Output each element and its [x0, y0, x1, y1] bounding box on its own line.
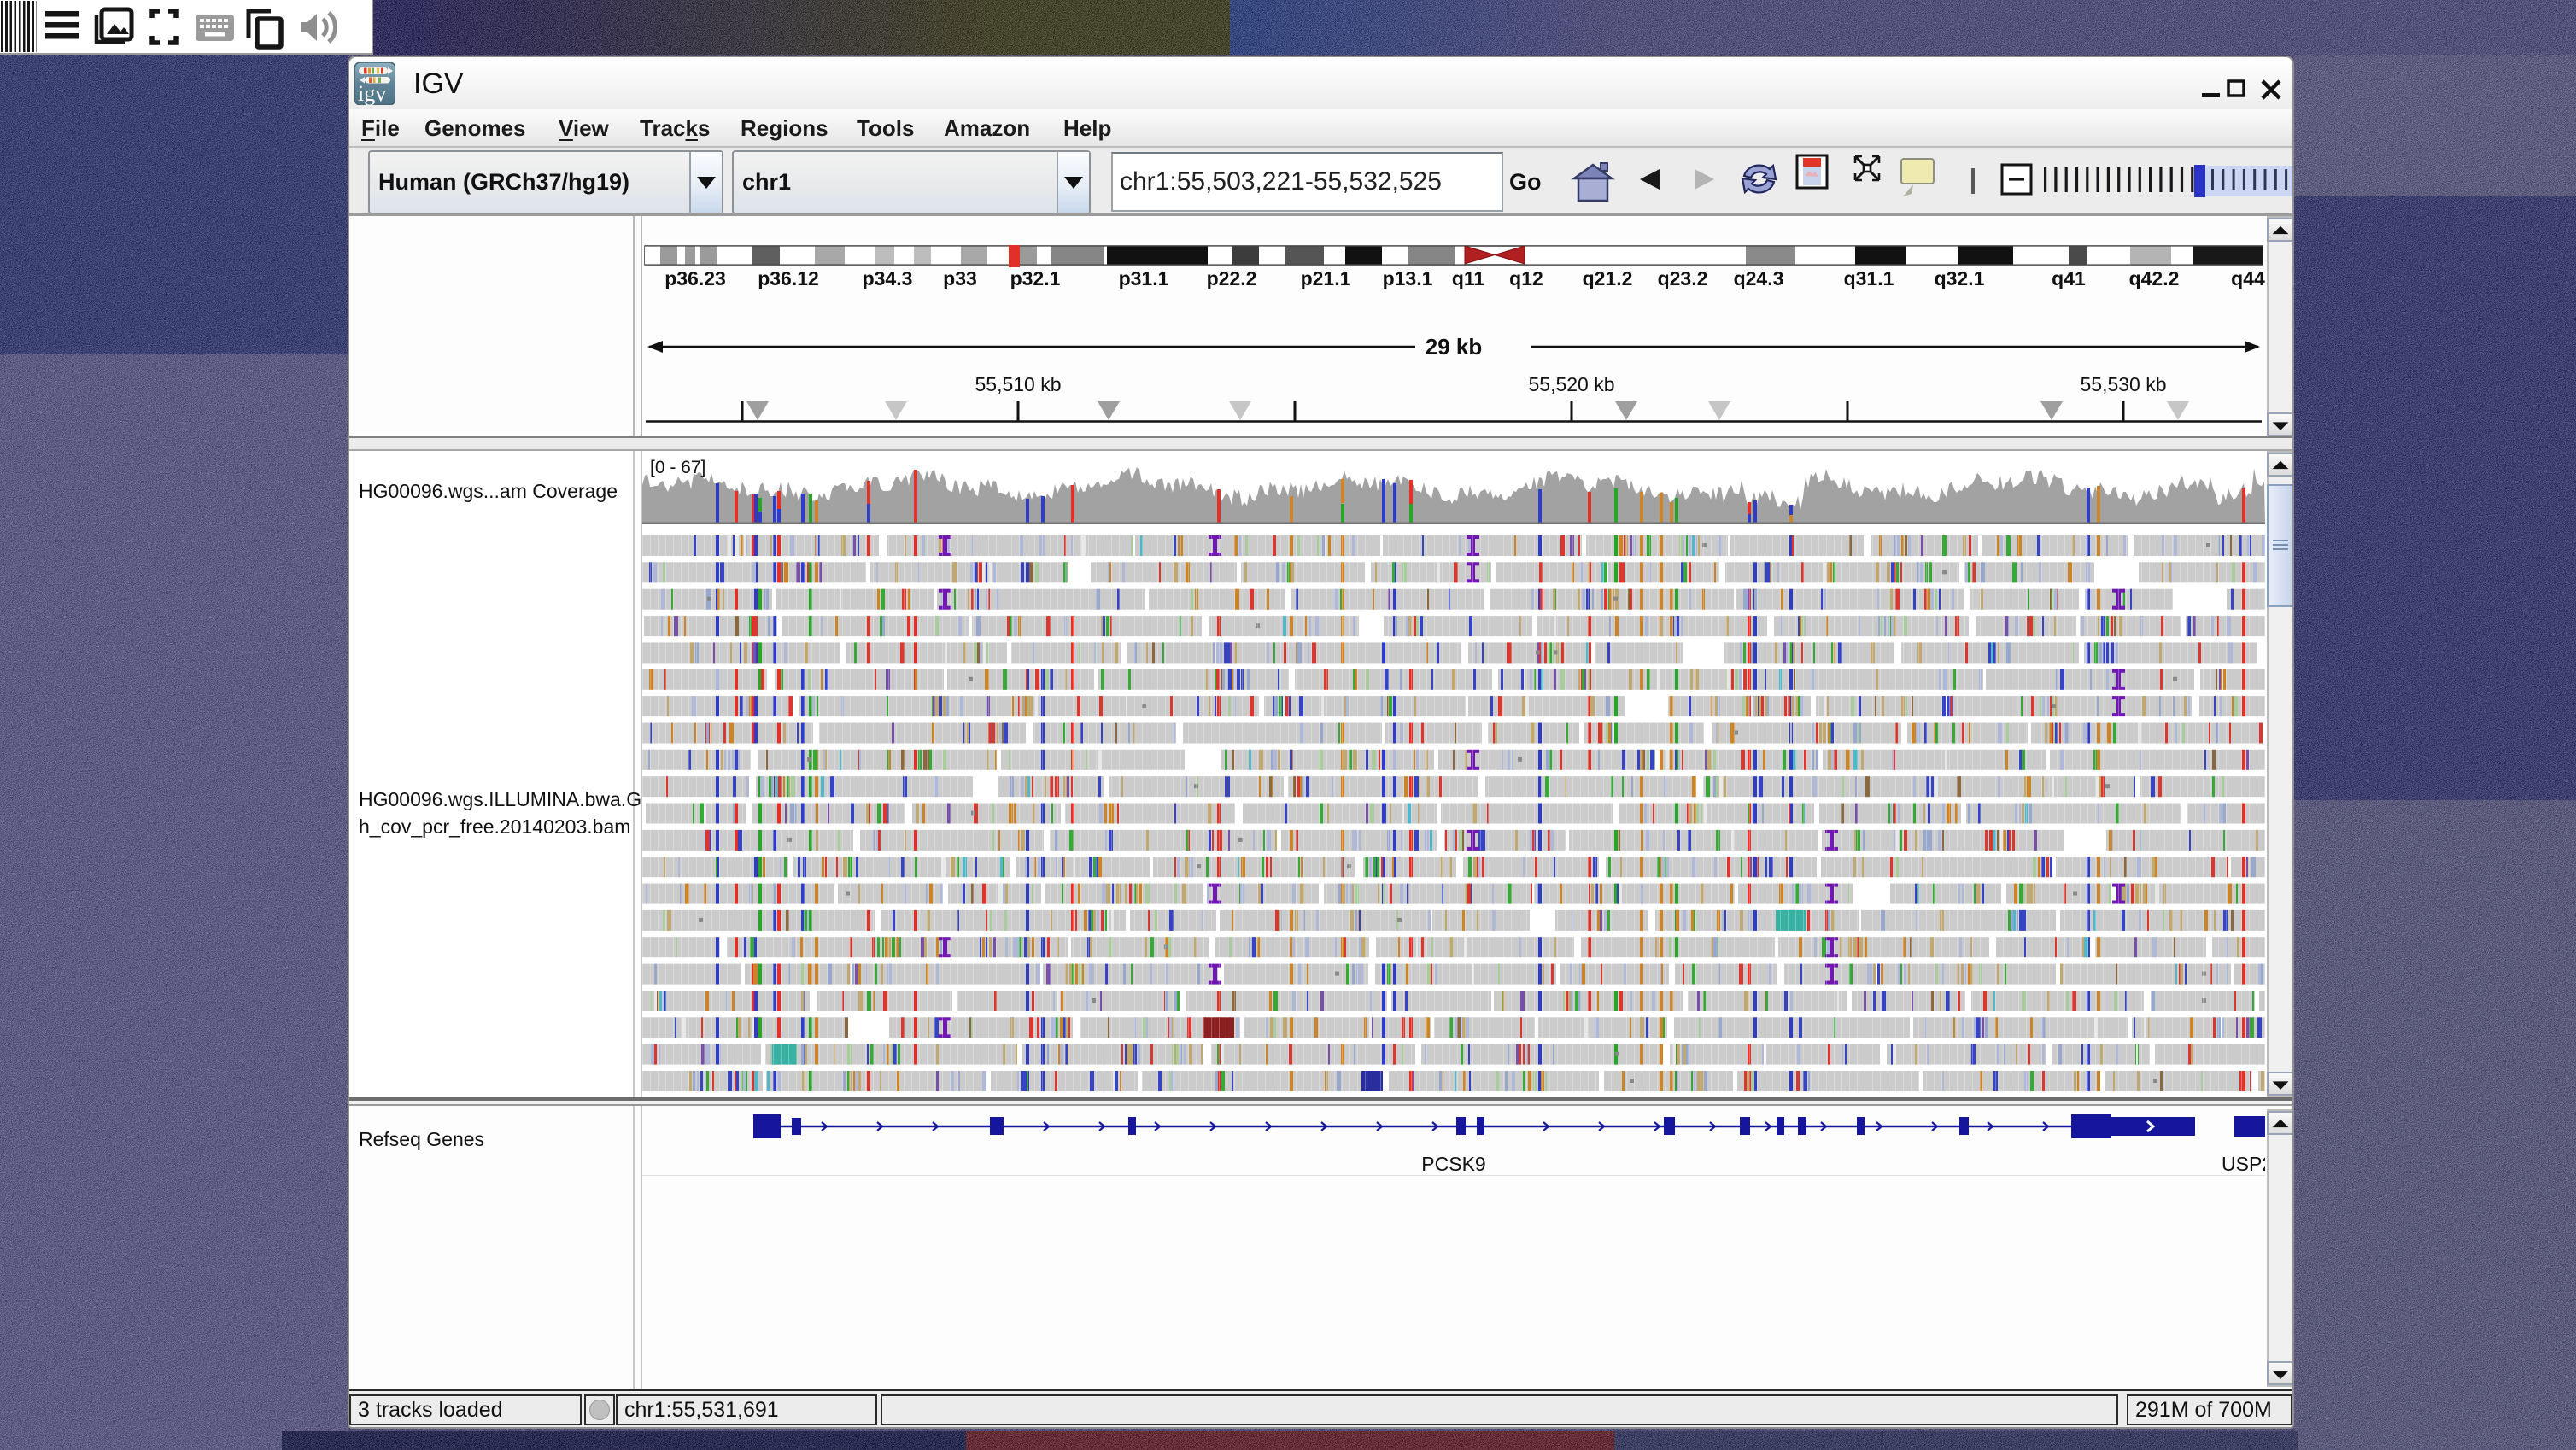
- svg-text:igv: igv: [358, 81, 386, 105]
